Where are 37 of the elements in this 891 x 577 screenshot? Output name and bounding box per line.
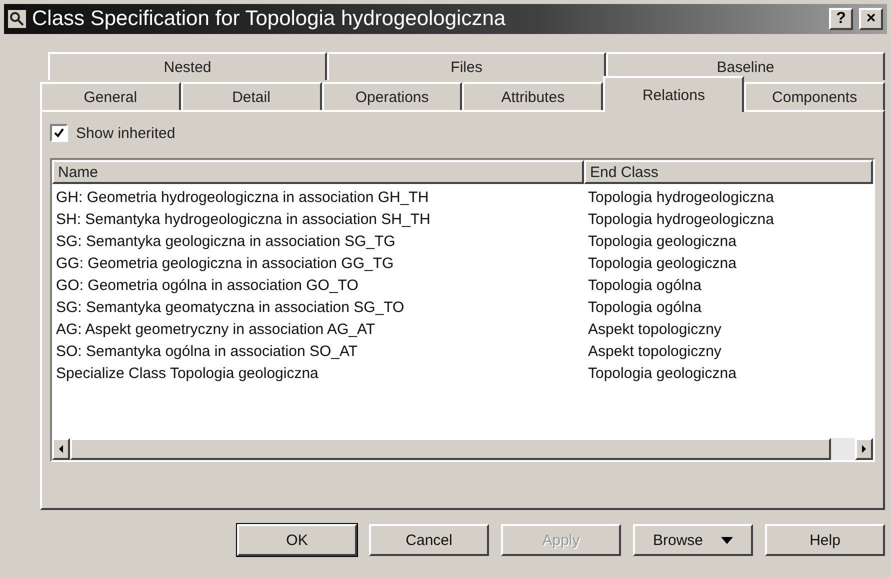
close-button[interactable]: × [859, 8, 883, 30]
window-title: Class Specification for Topologia hydrogeologiczna [32, 7, 507, 31]
dialog-button[interactable]: Help [765, 524, 885, 556]
tab[interactable]: Attributes [462, 82, 604, 110]
table-cell-text: SG: Semantyka geologiczna in association SG_TG [55, 232, 396, 250]
table-cell-text: SO: Semantyka ogólna in association SO_AT [55, 342, 359, 360]
dialog-button[interactable]: Cancel [369, 524, 489, 556]
tab[interactable]: Detail [180, 82, 322, 110]
table-cell-text: AG: Aspekt geometryczny in association AG_AT [55, 320, 376, 338]
table-cell-text: Topologia geologiczna [587, 232, 738, 250]
table-cell-text: Topologia hydrogeologiczna [587, 188, 775, 206]
table-cell-text: GO: Geometria ogólna in association GO_TO [55, 276, 360, 294]
column-header[interactable]: Name [52, 160, 584, 184]
tab[interactable]: Files [327, 52, 606, 80]
tab[interactable]: Operations [322, 82, 462, 110]
column-header[interactable]: End Class [584, 160, 873, 184]
dialog-button[interactable]: Browse [633, 524, 753, 556]
tab[interactable]: Relations [603, 76, 744, 112]
table-cell-text: Topologia hydrogeologiczna [587, 210, 775, 228]
show-inherited-checkbox[interactable]: Show inherited [50, 124, 875, 142]
tab[interactable]: Components [744, 82, 885, 110]
tab[interactable]: Nested [48, 52, 327, 80]
table-cell-text: Topologia geologiczna [587, 364, 738, 382]
table-cell-text: GG: Geometria geologiczna in association GG_TG [55, 254, 395, 272]
table-cell-text: GH: Geometria hydrogeologiczna in association GH_TH [55, 188, 430, 206]
table-cell-text: Topologia ogólna [587, 298, 702, 316]
tab[interactable]: Baseline [606, 52, 885, 80]
table-cell-text: Specialize Class Topologia geologiczna [55, 364, 320, 382]
table-cell-text: SG: Semantyka geomatyczna in association SG_TO [55, 298, 406, 316]
table-cell-text: Topologia ogólna [587, 276, 702, 294]
table-cell-text: Aspekt topologiczny [587, 320, 722, 338]
table-cell-text: SH: Semantyka hydrogeologiczna in association SH_TH [55, 210, 432, 228]
dialog-button[interactable]: OK [237, 524, 357, 556]
help-button[interactable]: ? [829, 8, 853, 30]
tab[interactable]: General [40, 82, 181, 110]
table-cell-text: Topologia geologiczna [587, 254, 738, 272]
table-cell-text: Aspekt topologiczny [587, 342, 722, 360]
